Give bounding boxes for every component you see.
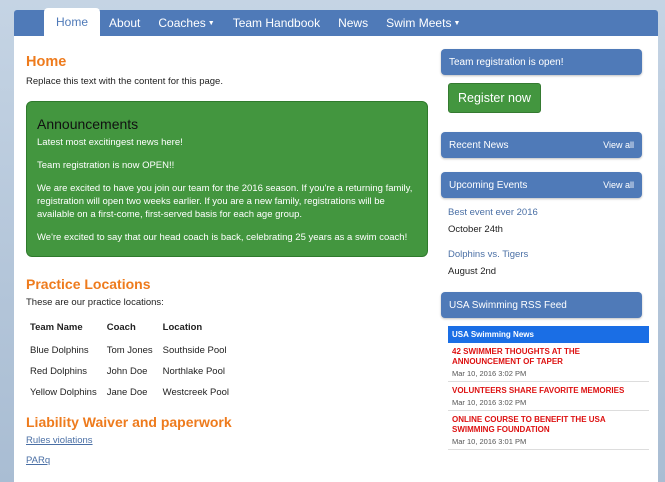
announcement-paragraph: We're excited to say that our head coach… [37,232,408,243]
column-header: Team Name [30,322,83,333]
event-date: October 24th [448,224,503,235]
nav-item-team-handbook[interactable]: Team Handbook [224,10,329,36]
registration-heading: Team registration is open! [449,56,564,68]
announcements-heading: Announcements [37,116,139,132]
rss-item-link[interactable]: VOLUNTEERS SHARE FAVORITE MEMORIES [452,386,645,396]
table-cell: Red Dolphins [30,366,88,377]
page-title: Home [26,54,67,70]
upcoming-events-heading: Upcoming Events [449,179,528,191]
event-item: Dolphins vs. Tigers August 2nd [448,249,642,277]
table-cell: Yellow Dolphins [30,387,97,398]
event-title-link[interactable]: Best event ever 2016 [448,207,642,218]
rss-item: VOLUNTEERS SHARE FAVORITE MEMORIES Mar 1… [448,382,649,411]
practice-locations-heading: Practice Locations [26,276,151,292]
nav-item-swim-meets[interactable]: Swim Meets ▼ [377,10,469,36]
rss-item-date: Mar 10, 2016 3:01 PM [452,437,527,446]
table-cell: Southside Pool [162,345,227,356]
recent-news-view-all-link[interactable]: View all [603,140,634,150]
rss-item-link[interactable]: 42 SWIMMER THOUGHTS AT THE ANNOUNCEMENT … [452,347,645,367]
announcement-paragraph: Latest most excitingest news here! [37,137,183,148]
nav-item-coaches[interactable]: Coaches ▼ [149,10,223,36]
nav-item-about[interactable]: About [100,10,149,36]
nav-label: News [338,16,369,30]
table-cell: Westcreek Pool [162,387,230,398]
rules-violations-link[interactable]: Rules violations [26,435,428,446]
rss-panel-header: USA Swimming RSS Feed [441,292,642,318]
table-cell: John Doe [106,366,148,377]
table-cell: Tom Jones [106,345,153,356]
caret-down-icon: ▼ [207,19,215,27]
rss-item: 42 SWIMMER THOUGHTS AT THE ANNOUNCEMENT … [448,343,649,382]
table-cell: Blue Dolphins [30,345,89,356]
nav-label: Coaches [158,16,206,30]
table-row: Blue Dolphins Tom Jones Southside Pool [26,345,235,366]
nav-item-home[interactable]: Home [44,8,101,36]
caret-down-icon: ▼ [453,19,461,27]
practice-intro: These are our practice locations: [26,297,164,308]
nav-label: Swim Meets [386,16,452,30]
rss-item-link[interactable]: ONLINE COURSE TO BENEFIT THE USA SWIMMIN… [452,415,645,435]
announcement-paragraph: Team registration is now OPEN!! [37,160,175,171]
register-now-button[interactable]: Register now [448,83,541,113]
nav-item-news[interactable]: News [329,10,377,36]
table-cell: Northlake Pool [162,366,225,377]
registration-panel-header: Team registration is open! [441,49,642,75]
column-header: Coach [106,322,136,333]
main-content: Home Replace this text with the content … [26,52,428,466]
table-row: Yellow Dolphins Jane Doe Westcreek Pool [26,387,235,408]
sidebar: Team registration is open! Register now … [441,49,649,450]
parq-link[interactable]: PARq [26,455,428,466]
recent-news-heading: Recent News [449,139,509,151]
table-header-row: Team Name Coach Location [26,322,235,345]
rss-item-date: Mar 10, 2016 3:02 PM [452,369,527,378]
event-item: Best event ever 2016 October 24th [448,207,642,235]
liability-waiver-heading: Liability Waiver and paperwork [26,414,232,430]
recent-news-panel-header: Recent News View all [441,132,642,158]
table-cell: Jane Doe [106,387,148,398]
event-date: August 2nd [448,266,497,277]
column-header: Location [162,322,203,333]
announcement-paragraph: We are excited to have you join our team… [37,183,413,220]
rss-feed-title: USA Swimming News [448,326,649,343]
nav-label: Home [56,15,89,29]
rss-heading: USA Swimming RSS Feed [449,299,567,311]
table-row: Red Dolphins John Doe Northlake Pool [26,366,235,387]
event-title-link[interactable]: Dolphins vs. Tigers [448,249,642,260]
rss-feed: USA Swimming News 42 SWIMMER THOUGHTS AT… [448,326,649,450]
announcements-box: Announcements Latest most excitingest ne… [26,101,428,257]
rss-item: ONLINE COURSE TO BENEFIT THE USA SWIMMIN… [448,411,649,450]
waiver-links: Rules violations PARq [26,435,428,466]
upcoming-events-panel-header: Upcoming Events View all [441,172,642,198]
rss-item-date: Mar 10, 2016 3:02 PM [452,398,527,407]
practice-locations-table: Team Name Coach Location Blue Dolphins T… [26,322,235,408]
page-lead-text: Replace this text with the content for t… [26,76,223,87]
nav-label: About [109,16,141,30]
main-nav: Home About Coaches ▼ Team Handbook News S… [14,8,658,36]
upcoming-events-view-all-link[interactable]: View all [603,180,634,190]
nav-label: Team Handbook [232,16,321,30]
